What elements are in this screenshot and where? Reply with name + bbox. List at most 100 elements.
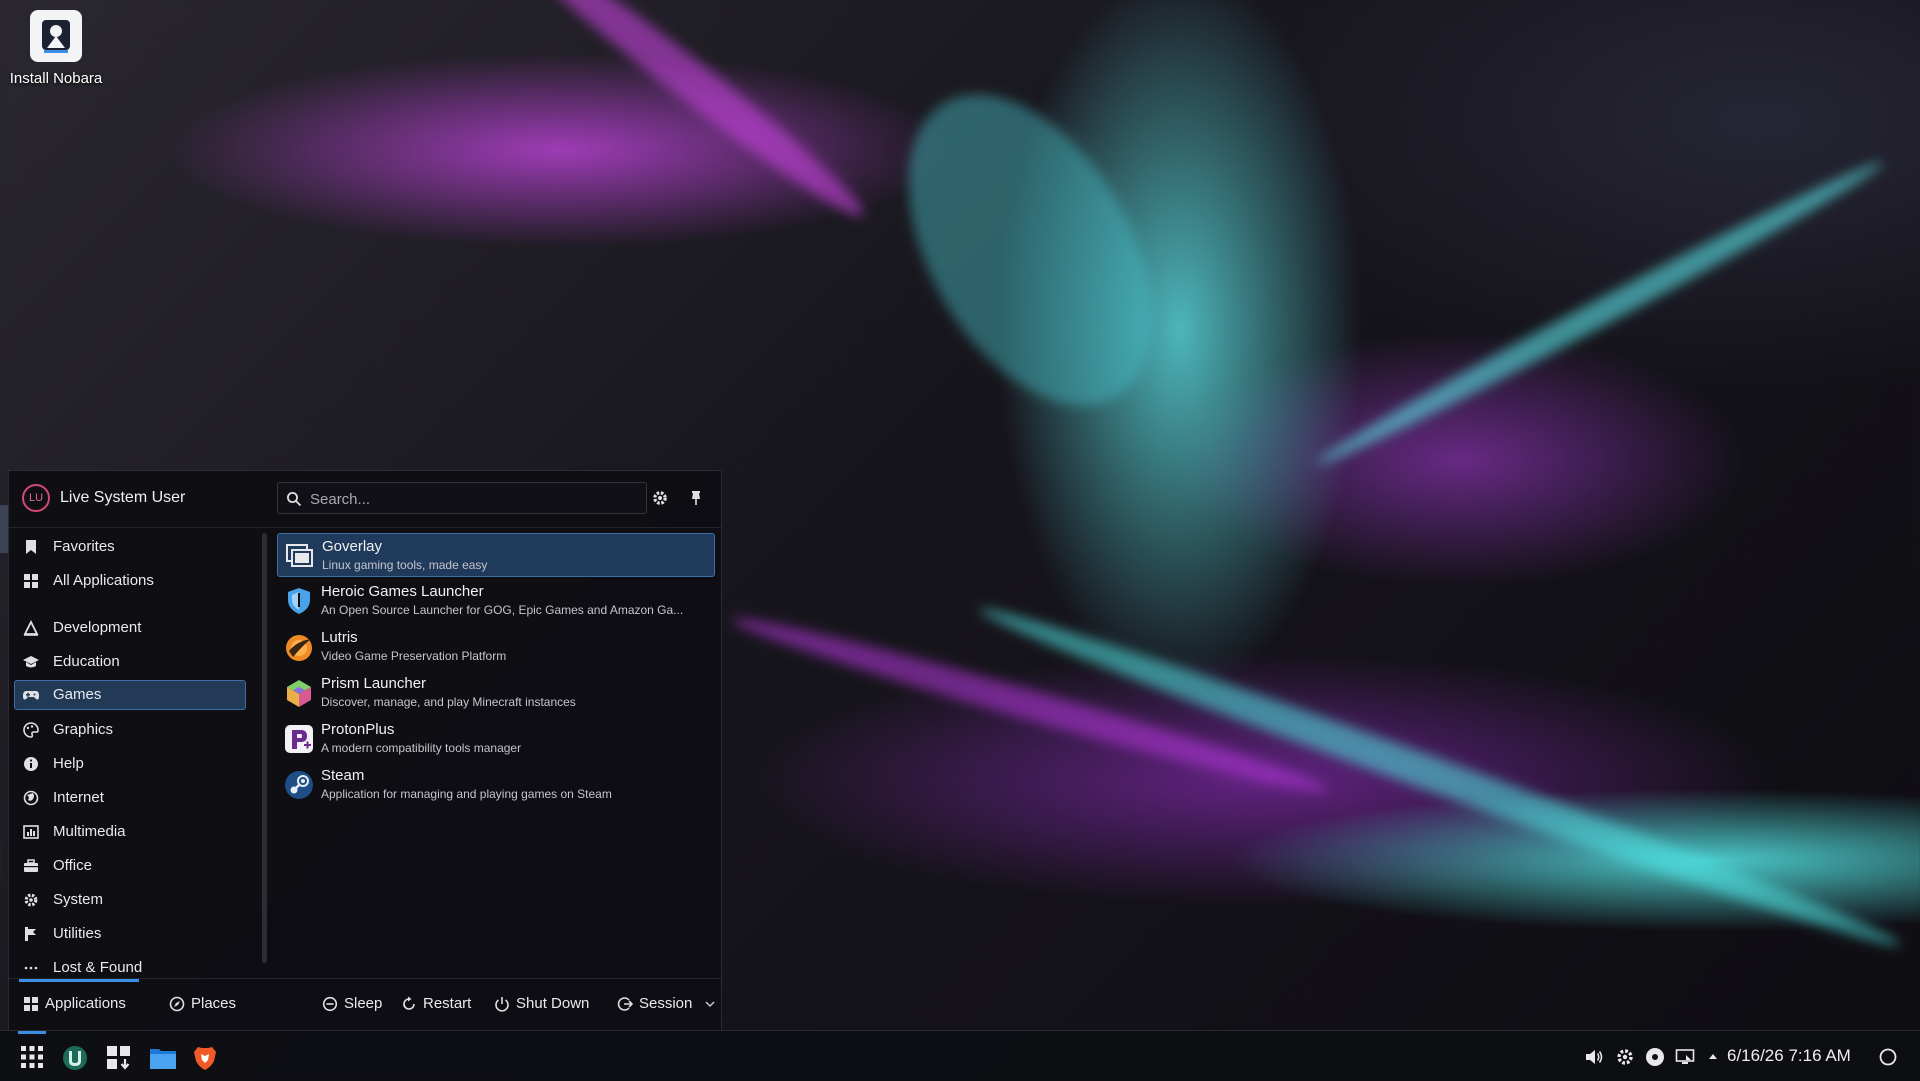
settings-icon (1617, 1049, 1633, 1065)
sleep-button[interactable]: Sleep (322, 992, 392, 1018)
lutris-icon (286, 635, 312, 661)
pin-button[interactable] (687, 489, 707, 509)
display-icon (1675, 1049, 1695, 1064)
gear-icon (653, 491, 667, 505)
app-item-goverlay[interactable]: Goverlay Linux gaming tools, made easy (277, 533, 715, 577)
category-utilities[interactable]: Utilities (14, 919, 246, 949)
app-name: Heroic Games Launcher (321, 583, 484, 600)
app-name: ProtonPlus (321, 721, 395, 738)
taskbar-software-center[interactable] (100, 1039, 136, 1075)
sleep-icon (322, 996, 338, 1012)
tab-places[interactable]: Places (169, 992, 259, 1018)
development-icon (23, 620, 39, 636)
display-tray-button[interactable] (1675, 1047, 1695, 1067)
app-description: Discover, manage, and play Minecraft ins… (321, 695, 576, 709)
brave-browser-icon (194, 1047, 216, 1070)
category-office[interactable]: Office (14, 851, 246, 881)
category-label: Help (53, 755, 84, 772)
graduation-cap-icon (23, 656, 39, 668)
grid-icon (24, 574, 38, 588)
avatar[interactable]: LU (22, 484, 50, 512)
tab-label: Applications (45, 995, 126, 1012)
compass-icon (169, 996, 185, 1012)
application-launcher: LU Live System User Favorites All Applic… (8, 470, 722, 1033)
category-internet[interactable]: Internet (14, 783, 246, 813)
taskbar-brave-browser[interactable] (187, 1039, 223, 1075)
category-education[interactable]: Education (14, 647, 246, 677)
power-label: Restart (423, 995, 472, 1012)
heroic-shield-icon (288, 588, 310, 614)
category-label: Internet (53, 789, 104, 806)
app-description: An Open Source Launcher for GOG, Epic Ga… (321, 603, 684, 617)
globe-icon (23, 790, 39, 806)
category-favorites[interactable]: Favorites (14, 532, 246, 562)
category-help[interactable]: Help (14, 749, 246, 779)
disc-icon (1646, 1048, 1664, 1066)
circle-icon (1879, 1048, 1897, 1066)
restart-icon (403, 996, 415, 1010)
volume-icon (1586, 1050, 1603, 1064)
category-label: Favorites (53, 538, 115, 555)
category-label: Lost & Found (53, 959, 143, 976)
app-item-heroic-games-launcher[interactable]: Heroic Games Launcher An Open Source Lau… (277, 579, 715, 623)
tab-applications[interactable]: Applications (23, 992, 143, 1018)
show-desktop-button[interactable] (1878, 1047, 1898, 1067)
power-label: Shut Down (516, 995, 590, 1012)
category-system[interactable]: System (14, 885, 246, 915)
app-name: Prism Launcher (321, 675, 427, 692)
volume-button[interactable] (1584, 1047, 1604, 1067)
category-graphics[interactable]: Graphics (14, 715, 246, 745)
category-games[interactable]: Games (14, 680, 246, 710)
file-manager-icon (150, 1049, 176, 1069)
app-item-protonplus[interactable]: ProtonPlus A modern compatibility tools … (277, 717, 715, 761)
installer-icon (30, 10, 82, 62)
disc-tray-button[interactable] (1645, 1047, 1665, 1067)
info-icon (24, 757, 38, 771)
category-multimedia[interactable]: Multimedia (14, 817, 246, 847)
protonplus-icon (285, 725, 313, 753)
session-icon (617, 997, 633, 1011)
nobara-icon (63, 1046, 87, 1070)
category-label: Games (53, 686, 102, 703)
restart-button[interactable]: Restart (401, 992, 486, 1018)
category-label: Development (53, 619, 142, 636)
app-description: A modern compatibility tools manager (321, 741, 522, 755)
shut-down-button[interactable]: Shut Down (494, 992, 604, 1018)
app-item-steam[interactable]: Steam Application for managing and playi… (277, 763, 715, 807)
search-box[interactable] (277, 482, 647, 514)
power-label: Sleep (344, 995, 383, 1012)
app-item-lutris[interactable]: Lutris Video Game Preservation Platform (277, 625, 715, 669)
expand-tray-button[interactable] (1703, 1047, 1723, 1067)
app-item-prism-launcher[interactable]: Prism Launcher Discover, manage, and pla… (277, 671, 715, 715)
chevron-down-icon (705, 1001, 715, 1008)
utilities-icon (25, 927, 36, 941)
category-label: Utilities (53, 925, 102, 942)
search-input[interactable] (308, 487, 642, 511)
settings-tray-button[interactable] (1615, 1047, 1635, 1067)
power-label: Session (639, 995, 693, 1012)
taskbar-file-manager[interactable] (143, 1039, 179, 1075)
taskbar: 6/16/26 7:16 AM (0, 1030, 1920, 1081)
tab-label: Places (191, 995, 237, 1012)
gear-icon (24, 893, 38, 907)
app-launcher-button[interactable] (14, 1039, 50, 1075)
category-scrollbar[interactable] (262, 533, 267, 963)
category-all-applications[interactable]: All Applications (14, 566, 246, 596)
app-description: Video Game Preservation Platform (321, 649, 507, 663)
app-launcher-icon (21, 1046, 43, 1068)
configure-button[interactable] (651, 489, 671, 509)
taskbar-nobara[interactable] (56, 1039, 92, 1075)
desktop-icon-install-nobara[interactable]: Install Nobara (0, 10, 112, 87)
prism-cube-icon (287, 680, 311, 707)
palette-icon (23, 722, 39, 738)
clock[interactable]: 6/16/26 7:16 AM (1727, 1046, 1851, 1066)
category-lost-and-found[interactable]: Lost & Found (14, 953, 246, 978)
expand-arrow-icon (1709, 1054, 1717, 1059)
grid-icon (24, 997, 38, 1011)
session-button[interactable]: Session (617, 992, 715, 1018)
category-development[interactable]: Development (14, 613, 246, 643)
desktop-icon-label: Install Nobara (9, 70, 103, 87)
goverlay-icon (286, 544, 313, 567)
search-icon (287, 492, 302, 507)
app-name: Steam (321, 767, 365, 784)
